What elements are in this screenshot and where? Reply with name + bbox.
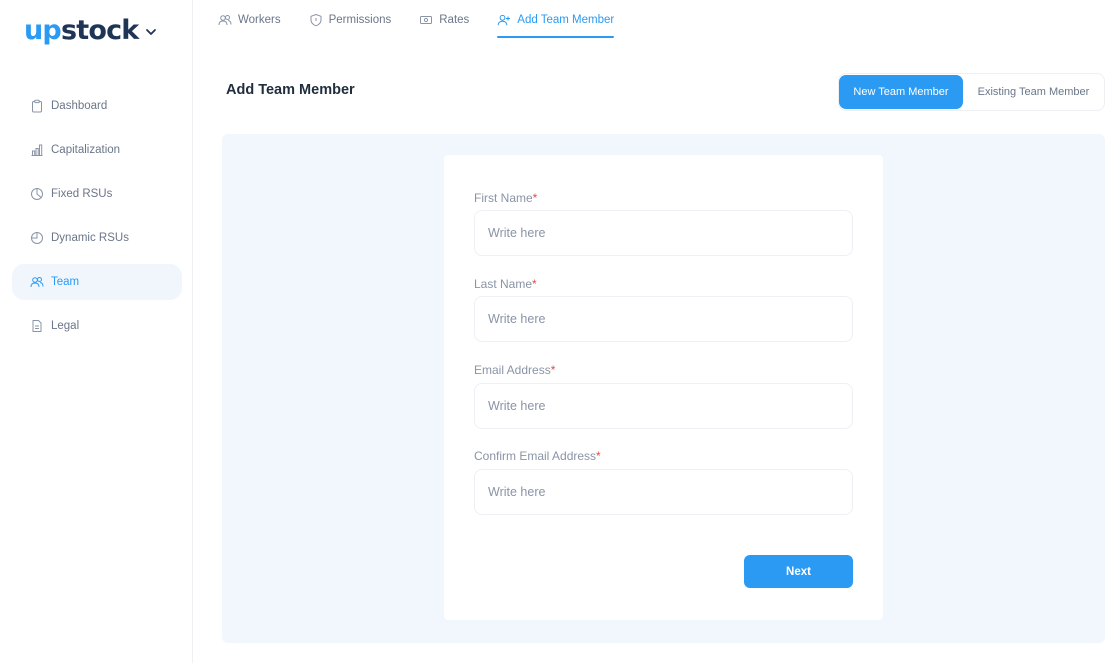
clipboard-icon [30,99,44,113]
sidebar-item-dynamic-rsus[interactable]: Dynamic RSUs [12,220,182,256]
sidebar-item-legal[interactable]: Legal [12,308,182,344]
next-button[interactable]: Next [744,555,853,588]
money-icon [419,13,433,27]
required-marker: * [532,191,538,205]
sidebar-item-label: Dynamic RSUs [51,232,129,244]
member-type-toggle: New Team Member Existing Team Member [838,73,1105,111]
sidebar: upstock Dashboard Capitalization Fixed R… [0,0,193,663]
last-name-input[interactable] [474,296,853,342]
tab-label: Rates [439,14,470,26]
required-marker: * [550,363,556,377]
sidebar-item-capitalization[interactable]: Capitalization [12,132,182,168]
sidebar-item-label: Dashboard [51,100,108,112]
tab-label: Permissions [328,14,392,26]
add-member-form: First Name* Last Name* Email Address* Co… [444,155,883,620]
top-tabs: Workers Permissions Rates Add Team Membe… [218,0,642,40]
shield-icon [309,13,323,27]
email-label: Email Address* [474,363,556,377]
page-title: Add Team Member [226,82,355,98]
confirm-email-input[interactable] [474,469,853,515]
required-marker: * [532,277,537,291]
first-name-input[interactable] [474,210,853,256]
tab-label: Workers [238,14,281,26]
tab-permissions[interactable]: Permissions [309,0,392,40]
users-icon [30,275,44,289]
users-icon [218,13,232,27]
sidebar-item-label: Legal [51,320,80,332]
sidebar-item-fixed-rsus[interactable]: Fixed RSUs [12,176,182,212]
pie-chart-icon [30,187,44,201]
document-icon [30,319,44,333]
new-team-member-button[interactable]: New Team Member [839,75,963,109]
sidebar-item-team[interactable]: Team [12,264,182,300]
sidebar-item-label: Capitalization [51,144,121,156]
bar-chart-icon [30,143,44,157]
last-name-label: Last Name* [474,277,537,291]
chevron-down-icon[interactable] [145,26,157,38]
confirm-email-label: Confirm Email Address* [474,449,601,463]
required-marker: * [596,449,601,463]
first-name-label: First Name* [474,191,538,205]
tab-label: Add Team Member [517,14,615,26]
email-input[interactable] [474,383,853,429]
sidebar-nav: Dashboard Capitalization Fixed RSUs Dyna… [12,88,182,352]
sidebar-item-label: Team [51,276,80,288]
pie-chart-icon [30,231,44,245]
sidebar-item-label: Fixed RSUs [51,188,113,200]
sidebar-item-dashboard[interactable]: Dashboard [12,88,182,124]
tab-rates[interactable]: Rates [419,0,469,40]
tab-add-team-member[interactable]: Add Team Member [497,0,614,40]
user-plus-icon [497,13,511,27]
existing-team-member-button[interactable]: Existing Team Member [963,75,1104,109]
brand-logo[interactable]: upstock [24,14,157,48]
tab-workers[interactable]: Workers [218,0,281,40]
form-panel: First Name* Last Name* Email Address* Co… [222,134,1105,643]
logo-wordmark: upstock [24,15,139,46]
